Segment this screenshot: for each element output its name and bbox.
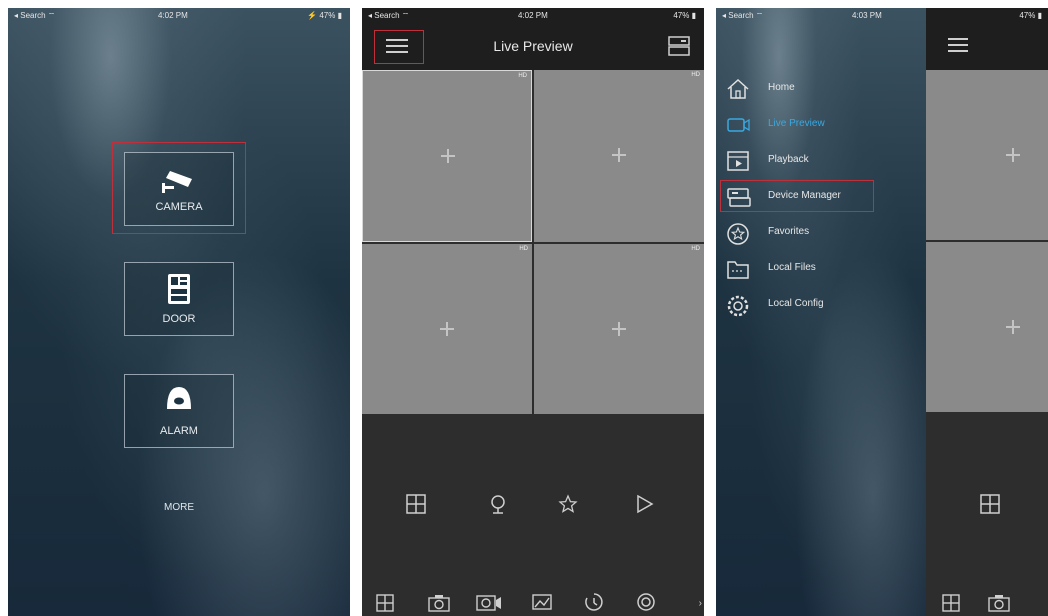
menu-item-favorites[interactable]: Favorites [726,222,916,245]
local-config-icon [727,295,749,317]
video-window-4[interactable] [926,242,1048,412]
alarm-tile[interactable]: ALARM [124,374,234,448]
ptz-icon[interactable] [488,494,508,514]
menu-item-home[interactable]: Home [726,78,916,100]
status-bar: ◂ Search ⌔ 4:03 PM [716,8,926,24]
more-arrow-icon[interactable]: › [699,598,702,609]
status-time: 4:02 PM [158,11,188,20]
snapshot-icon[interactable] [988,594,1010,612]
side-menu-screen: 47% ▮ ◂ Search ⌔ 4:03 PM Home Live Previ… [716,8,1048,616]
add-camera-icon[interactable] [441,149,455,163]
add-camera-icon[interactable] [1006,320,1020,334]
menu-item-playback[interactable]: Playback [726,150,916,172]
image-quality-icon[interactable] [532,594,552,612]
top-bar: 47% ▮ [926,8,1048,70]
live-preview-behind: 47% ▮ [926,8,1048,616]
status-battery: 47% ▮ [673,11,696,20]
menu-label: Device Manager [768,190,841,201]
home-icon [727,78,749,99]
quality-label: HD [691,72,700,78]
add-camera-icon[interactable] [1006,148,1020,162]
door-tile[interactable]: DOOR [124,262,234,336]
add-camera-icon[interactable] [612,148,626,162]
multi-window-icon[interactable] [376,594,394,612]
playback-icon [727,151,749,171]
video-window-3[interactable]: HD [362,244,532,414]
quality-label: HD [519,246,528,252]
split-screen-icon[interactable] [980,494,1000,514]
menu-icon[interactable] [948,38,968,52]
status-carrier: ◂ Search ⌔ [14,11,56,20]
playback-icon[interactable] [584,592,604,612]
add-camera-icon[interactable] [612,322,626,336]
device-list-icon[interactable] [668,36,690,56]
menu-label: Live Preview [768,118,825,129]
status-bar: ◂ Search ⌔ 4:02 PM 47% ▮ [362,8,704,24]
play-icon[interactable] [634,494,654,514]
home-screen: ◂ Search ⌔ 4:02 PM ⚡ 47% ▮ CAMERA DOOR A… [8,8,350,616]
menu-label: Playback [768,154,809,165]
status-carrier: ◂ Search ⌔ [722,11,764,20]
status-time: 4:03 PM [852,11,882,20]
record-icon[interactable] [476,594,502,612]
side-drawer: ◂ Search ⌔ 4:03 PM Home Live Preview Pla… [716,8,926,616]
multi-window-icon[interactable] [942,594,960,612]
camera-tile[interactable]: CAMERA [124,152,234,226]
menu-label: Local Config [768,298,824,309]
video-window-4[interactable]: HD [534,244,704,414]
menu-item-local-config[interactable]: Local Config [726,294,916,317]
status-time: 4:02 PM [518,11,548,20]
video-window-2[interactable]: HD [534,70,704,242]
camera-label: CAMERA [155,201,203,213]
favorite-star-icon[interactable] [558,494,578,514]
menu-item-device-manager[interactable]: Device Manager [726,186,916,208]
live-preview-icon [727,118,750,132]
menu-label: Home [768,82,795,93]
video-window-1[interactable]: HD [362,70,532,242]
quality-label: HD [518,73,527,79]
menu-label: Favorites [768,226,810,237]
alarm-sensor-icon [167,387,191,409]
quality-label: HD [691,246,700,252]
status-bar: ◂ Search ⌔ 4:02 PM ⚡ 47% ▮ [8,8,350,24]
door-label: DOOR [162,313,196,325]
alarm-label: ALARM [160,425,198,437]
cctv-camera-icon [162,171,192,193]
live-preview-screen: ◂ Search ⌔ 4:02 PM 47% ▮ Live Preview HD… [362,8,704,616]
local-files-icon [727,261,749,279]
page-title: Live Preview [493,38,573,54]
menu-label: Local Files [768,262,816,273]
add-camera-icon[interactable] [440,322,454,336]
status-carrier: ◂ Search ⌔ [368,11,410,20]
more-link[interactable]: MORE [8,502,350,513]
video-window-2[interactable] [926,70,1048,240]
menu-item-live-preview[interactable]: Live Preview [726,114,916,136]
menu-item-local-files[interactable]: Local Files [726,258,916,280]
device-manager-icon [727,188,751,207]
door-intercom-icon [168,274,190,304]
top-bar: ◂ Search ⌔ 4:02 PM 47% ▮ Live Preview [362,8,704,70]
status-battery: ⚡ 47% ▮ [307,11,342,20]
favorites-icon [727,223,749,245]
status-battery: 47% ▮ [1019,11,1042,20]
split-screen-icon[interactable] [406,494,426,514]
settings-icon[interactable] [636,592,656,612]
snapshot-icon[interactable] [428,594,450,612]
